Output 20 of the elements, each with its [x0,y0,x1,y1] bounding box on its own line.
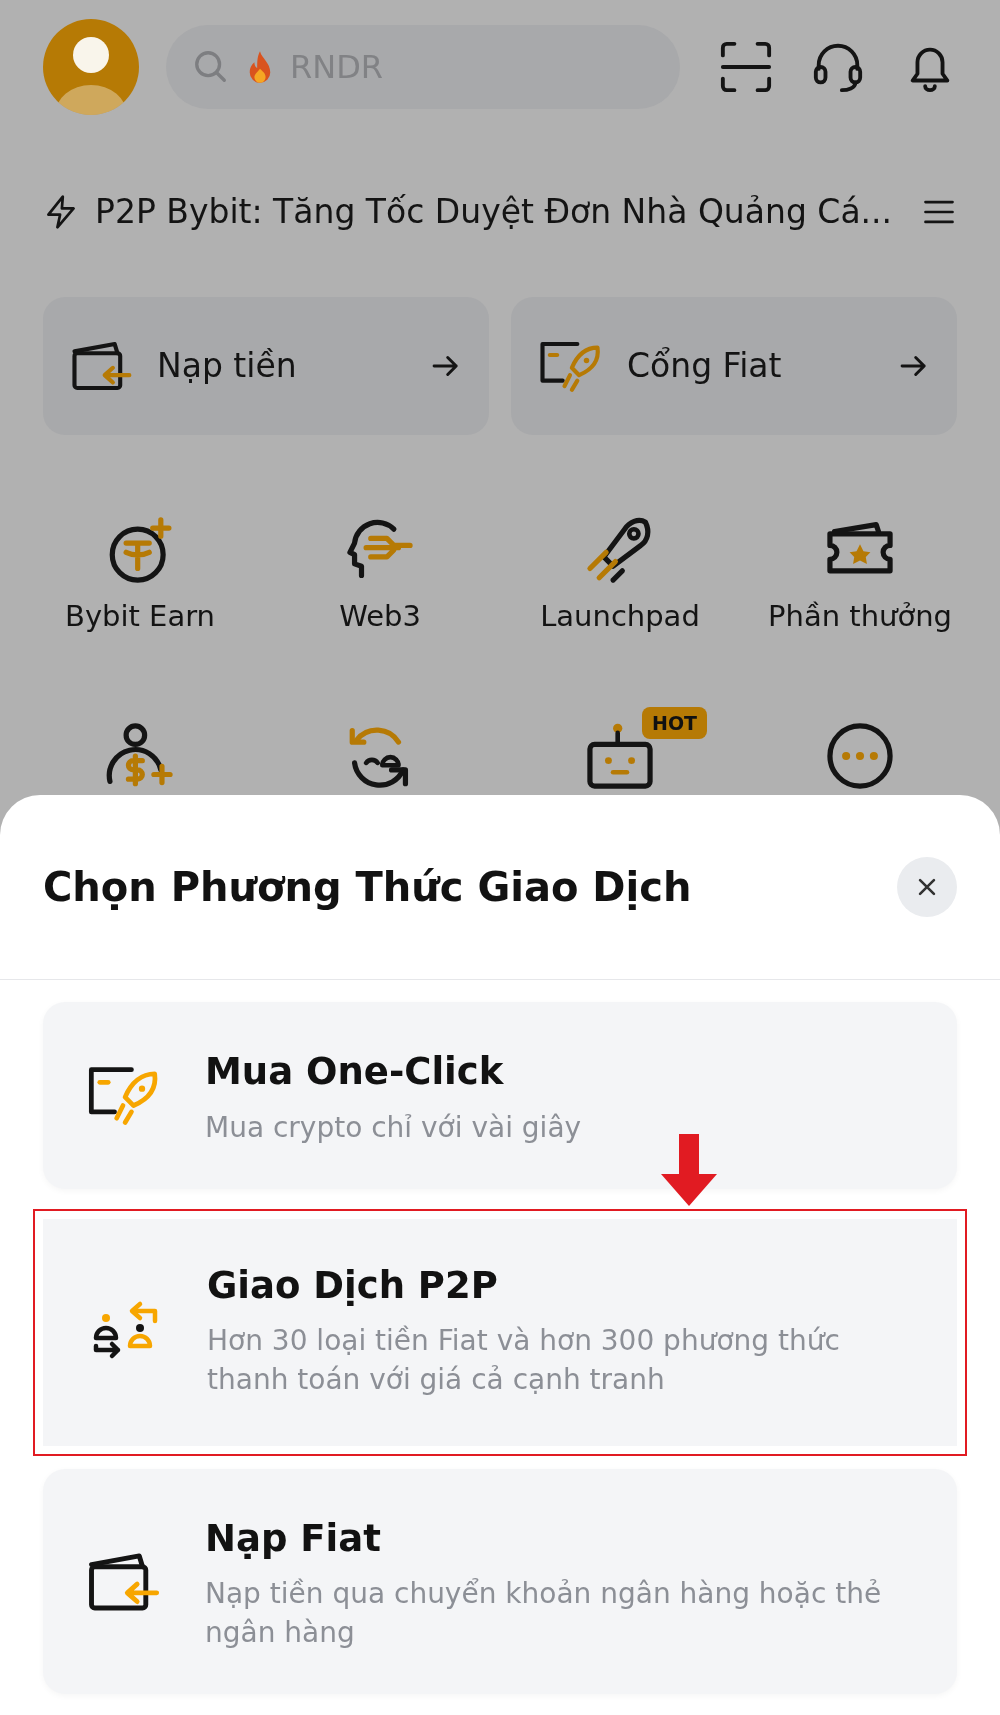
scan-icon[interactable] [719,39,773,94]
down-arrow-icon [661,1133,717,1206]
shortcut-label[interactable]: Phần thưởng [768,595,952,639]
quick-action-card[interactable]: Nạp tiền [43,297,489,435]
quick-action-card[interactable]: Cổng Fiat [511,297,957,435]
option-card[interactable]: Giao Dịch P2P Hơn 30 loại tiền Fiat và hơn 300 phương thức thanh toán với giá cả cạnh tranh [33,1208,967,1456]
option-description: Hơn 30 loại tiền Fiat và hơn 300 phương thức thanh toán với giá cả cạnh tranh [207,1323,841,1399]
shortcut-label[interactable]: Bybit Earn [65,595,215,639]
option-description: Mua crypto chỉ với vài giây [205,1109,582,1146]
option-card[interactable]: Nạp Fiat Nạp tiền qua chuyển khoản ngân hàng hoặc thẻ ngân hàng [43,1468,957,1695]
option-title: Mua One-Click [205,1049,505,1095]
sheet-title: Chọn Phương Thức Giao Dịch [43,863,692,911]
option-title: Giao Dịch P2P [207,1262,499,1309]
option-title: Nạp Fiat [205,1515,382,1562]
shortcut-label[interactable]: Launchpad [540,595,700,639]
shortcut-label[interactable]: Web3 [339,595,421,639]
announcement-text[interactable]: P2P Bybit: Tăng Tốc Duyệt Đơn Nhà Quảng Cá... [95,187,905,237]
option-card[interactable]: Mua One-Click Mua crypto chỉ với vài giây [43,1002,957,1189]
option-description: Nạp tiền qua chuyển khoản ngân hàng hoặc thẻ ngân hàng [205,1576,883,1652]
hot-badge: HOT [642,706,707,739]
